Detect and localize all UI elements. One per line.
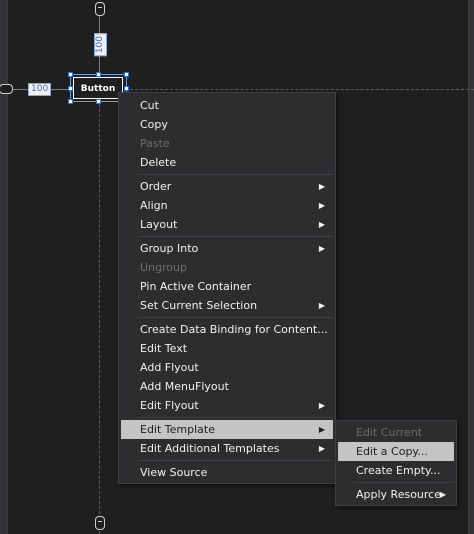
submenu-item-edit-current: Edit Current bbox=[338, 423, 454, 442]
menu-item-label: Layout bbox=[140, 218, 178, 231]
menu-item-view-source[interactable]: View Source bbox=[121, 463, 333, 482]
menu-item-layout[interactable]: Layout ▶ bbox=[121, 215, 333, 234]
submenu-arrow-icon: ▶ bbox=[318, 444, 325, 453]
menu-item-label: Ungroup bbox=[140, 261, 187, 274]
menu-item-cut[interactable]: Cut bbox=[121, 96, 333, 115]
menu-item-label: Create Empty... bbox=[356, 464, 441, 477]
menu-separator bbox=[138, 174, 333, 175]
menu-item-pin-active-container[interactable]: Pin Active Container bbox=[121, 277, 333, 296]
resize-handle-top-right[interactable] bbox=[124, 72, 129, 77]
submenu-arrow-icon: ▶ bbox=[318, 220, 325, 229]
menu-item-edit-additional-templates[interactable]: Edit Additional Templates ▶ bbox=[121, 439, 333, 458]
menu-separator bbox=[138, 417, 333, 418]
top-pin-icon[interactable] bbox=[95, 2, 105, 16]
menu-item-label: Cut bbox=[140, 99, 159, 112]
menu-item-label: Apply Resource bbox=[356, 488, 441, 501]
menu-item-label: Set Current Selection bbox=[140, 299, 258, 312]
menu-separator bbox=[138, 236, 333, 237]
edit-template-submenu: Edit Current Edit a Copy... Create Empty… bbox=[335, 420, 457, 506]
menu-item-label: Paste bbox=[140, 137, 170, 150]
menu-item-add-flyout[interactable]: Add Flyout bbox=[121, 358, 333, 377]
menu-item-label: Delete bbox=[140, 156, 177, 169]
menu-item-ungroup: Ungroup bbox=[121, 258, 333, 277]
menu-item-set-current-selection[interactable]: Set Current Selection ▶ bbox=[121, 296, 333, 315]
submenu-item-create-empty[interactable]: Create Empty... bbox=[338, 461, 454, 480]
bottom-pin-icon[interactable] bbox=[95, 516, 105, 530]
menu-item-label: Edit Additional Templates bbox=[140, 442, 280, 455]
menu-item-group-into[interactable]: Group Into ▶ bbox=[121, 239, 333, 258]
design-canvas[interactable]: 100 100 Button Cut Copy Paste Delete Ord… bbox=[0, 0, 474, 534]
menu-separator bbox=[354, 482, 454, 483]
submenu-arrow-icon: ▶ bbox=[318, 301, 325, 310]
menu-item-label: View Source bbox=[140, 466, 208, 479]
menu-item-label: Create Data Binding for Content... bbox=[140, 323, 328, 336]
menu-item-label: Pin Active Container bbox=[140, 280, 252, 293]
selected-button-control[interactable]: Button bbox=[73, 77, 123, 99]
menu-item-delete[interactable]: Delete bbox=[121, 153, 333, 172]
menu-item-copy[interactable]: Copy bbox=[121, 115, 333, 134]
menu-item-label: Edit Text bbox=[140, 342, 188, 355]
top-margin-value[interactable]: 100 bbox=[94, 33, 107, 57]
menu-item-edit-text[interactable]: Edit Text bbox=[121, 339, 333, 358]
horizontal-guide-line bbox=[100, 89, 474, 90]
menu-separator bbox=[138, 460, 333, 461]
menu-item-edit-flyout[interactable]: Edit Flyout ▶ bbox=[121, 396, 333, 415]
menu-item-label: Copy bbox=[140, 118, 168, 131]
menu-item-add-menuflyout[interactable]: Add MenuFlyout bbox=[121, 377, 333, 396]
menu-item-label: Order bbox=[140, 180, 172, 193]
menu-item-label: Group Into bbox=[140, 242, 199, 255]
submenu-arrow-icon: ▶ bbox=[318, 182, 325, 191]
menu-item-label: Edit a Copy... bbox=[356, 445, 428, 458]
submenu-item-edit-a-copy[interactable]: Edit a Copy... bbox=[338, 442, 454, 461]
menu-item-paste: Paste bbox=[121, 134, 333, 153]
vertical-guide-line bbox=[99, 104, 100, 534]
menu-item-order[interactable]: Order ▶ bbox=[121, 177, 333, 196]
menu-item-label: Edit Template bbox=[140, 423, 215, 436]
submenu-arrow-icon: ▶ bbox=[318, 425, 325, 434]
submenu-item-apply-resource[interactable]: Apply Resource ▶ bbox=[338, 485, 454, 504]
submenu-arrow-icon: ▶ bbox=[318, 244, 325, 253]
submenu-arrow-icon: ▶ bbox=[318, 401, 325, 410]
menu-item-label: Add MenuFlyout bbox=[140, 380, 229, 393]
context-menu: Cut Copy Paste Delete Order ▶ Align ▶ Layo… bbox=[118, 92, 336, 484]
menu-item-label: Add Flyout bbox=[140, 361, 199, 374]
menu-item-align[interactable]: Align ▶ bbox=[121, 196, 333, 215]
left-pin-icon[interactable] bbox=[0, 84, 13, 94]
menu-separator bbox=[138, 317, 333, 318]
menu-item-label: Edit Current bbox=[356, 426, 423, 439]
menu-item-label: Align bbox=[140, 199, 168, 212]
left-margin-value[interactable]: 100 bbox=[28, 83, 52, 96]
menu-item-label: Edit Flyout bbox=[140, 399, 199, 412]
resize-handle-right[interactable] bbox=[124, 86, 129, 91]
submenu-arrow-icon: ▶ bbox=[439, 490, 446, 499]
menu-item-create-data-binding[interactable]: Create Data Binding for Content... bbox=[121, 320, 333, 339]
resize-handle-bottom-left[interactable] bbox=[68, 99, 73, 104]
submenu-arrow-icon: ▶ bbox=[318, 201, 325, 210]
menu-item-edit-template[interactable]: Edit Template ▶ bbox=[121, 420, 333, 439]
